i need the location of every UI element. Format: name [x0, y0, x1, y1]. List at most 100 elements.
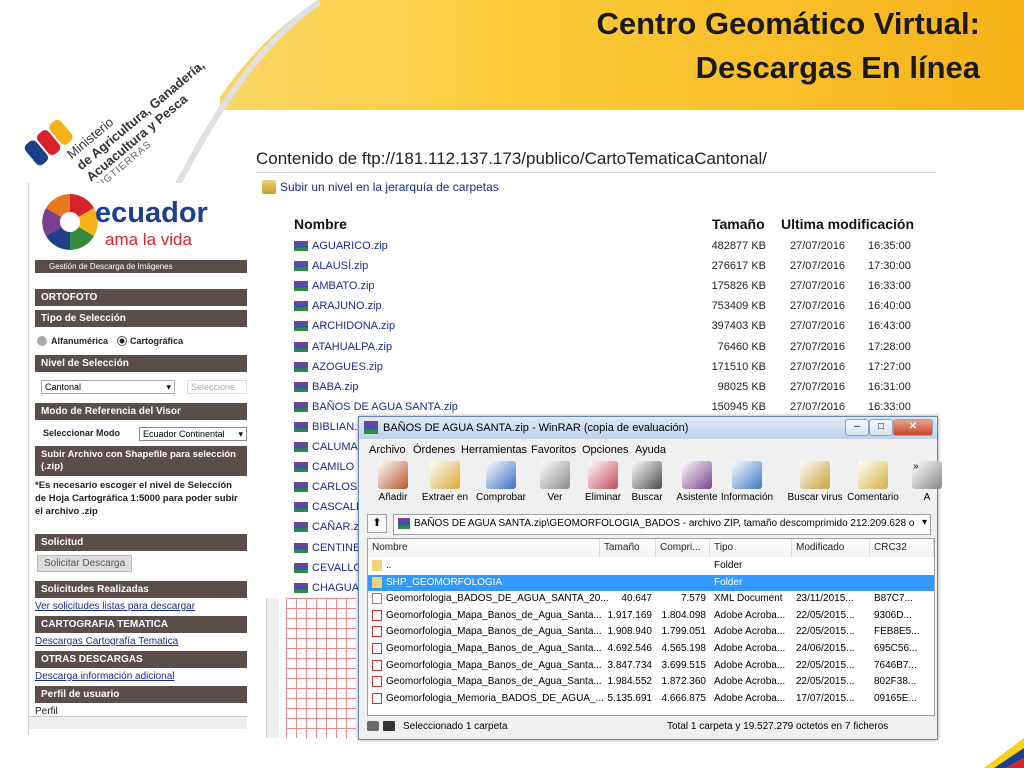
archive-file-type: Adobe Acroba...: [714, 676, 786, 688]
archive-row[interactable]: Geomorfologia_Mapa_Banos_de_Agua_Santa..…: [368, 608, 934, 624]
archive-row[interactable]: SHP_GEOMORFOLOGIA Folder: [368, 574, 934, 591]
toolbar-button[interactable]: Asistente: [669, 459, 725, 511]
archive-file-modified: 17/07/2015...: [796, 692, 855, 704]
ftp-file-link[interactable]: AGUARICO.zip: [312, 240, 388, 252]
ftp-file-size: 482877 KB: [711, 240, 766, 252]
col-header-modified[interactable]: Modificado: [792, 539, 870, 557]
ftp-file-time: 16:40:00: [868, 300, 911, 313]
ftp-file-row: ALAUSÍ.zip 276617 KB 27/07/2016 17:30:00: [294, 256, 914, 276]
menu-item[interactable]: Opciones: [582, 444, 628, 456]
radio-alfanumerica[interactable]: [37, 336, 47, 346]
portal-header-bar: Gestión de Descarga de Imágenes: [35, 260, 247, 273]
wizard-icon: [682, 461, 712, 489]
archive-file-size: 3.847.734: [607, 659, 653, 671]
ftp-file-link[interactable]: AMBATO.zip: [312, 280, 375, 292]
descarga-info-link[interactable]: Descarga información adicional: [35, 671, 175, 682]
up-folder-button[interactable]: ⬆: [367, 514, 387, 533]
section-otras-descargas: OTRAS DESCARGAS: [35, 651, 247, 668]
toolbar-button[interactable]: Información: [719, 459, 775, 511]
col-header-crc[interactable]: CRC32: [870, 539, 934, 557]
zip-icon: [294, 582, 308, 593]
archive-row[interactable]: Geomorfologia_Mapa_Banos_de_Agua_Santa..…: [368, 674, 934, 690]
archive-row[interactable]: .. Folder: [368, 558, 934, 574]
ftp-file-time: 17:30:00: [868, 260, 911, 273]
toolbar-button-label: Asistente: [676, 492, 718, 503]
archive-file-name: Geomorfologia_Memoria_BADOS_DE_AGUA_...: [386, 692, 604, 704]
section-ortofoto[interactable]: ORTOFOTO: [35, 289, 247, 306]
radio-cartografica[interactable]: [117, 336, 127, 346]
archive-file-size: 1.908.940: [607, 626, 653, 638]
xml-file-icon: [372, 593, 382, 605]
toolbar-button-label: Buscar: [631, 492, 663, 503]
ftp-file-link[interactable]: BABA.zip: [312, 381, 358, 393]
ver-solicitudes-link[interactable]: Ver solicitudes listas para descargar: [35, 601, 195, 612]
divider: [256, 172, 936, 173]
archive-row[interactable]: Geomorfologia_Memoria_BADOS_DE_AGUA_... 5…: [368, 691, 934, 707]
archive-row[interactable]: Geomorfologia_Mapa_Banos_de_Agua_Santa..…: [368, 658, 934, 674]
toolbar-button[interactable]: Extraer en: [417, 459, 473, 511]
maximize-button[interactable]: □: [869, 419, 893, 436]
ftp-file-link[interactable]: CAÑAR.zi: [312, 521, 362, 533]
ftp-file-size: 150945 KB: [711, 400, 766, 413]
ftp-file-link[interactable]: ALAUSÍ.zip: [312, 260, 368, 272]
archive-path-combobox[interactable]: BAÑOS DE AGUA SANTA.zip\GEOMORFOLOGIA_BA…: [393, 514, 931, 535]
toolbar-button[interactable]: Buscar: [619, 459, 675, 511]
ftp-file-link[interactable]: BAÑOS DE AGUA SANTA.zip: [312, 401, 458, 413]
ftp-file-link[interactable]: CAMILO P: [312, 461, 365, 473]
toolbar-button[interactable]: Añadir: [365, 459, 421, 511]
ftp-col-modified[interactable]: Ultima modificación: [781, 216, 914, 232]
archive-file-packed: 4.666.875: [661, 692, 707, 704]
pdf-file-icon: [372, 692, 382, 704]
col-header-packed[interactable]: Compri...: [656, 539, 710, 557]
ftp-file-link[interactable]: AZOGUES.zip: [312, 361, 383, 373]
col-header-type[interactable]: Tipo: [710, 539, 792, 557]
menu-item[interactable]: Favoritos: [531, 444, 576, 456]
key-icon: [383, 721, 395, 731]
winrar-titlebar[interactable]: BAÑOS DE AGUA SANTA.zip - WinRAR (copia …: [359, 417, 937, 439]
ftp-file-size: 276617 KB: [711, 260, 766, 273]
close-button[interactable]: ✕: [893, 419, 933, 436]
archive-file-packed: 1.872.360: [661, 676, 707, 688]
nivel-second-select[interactable]: Seleccione: [187, 380, 247, 394]
archive-row[interactable]: Geomorfologia_Mapa_Banos_de_Agua_Santa..…: [368, 624, 934, 640]
menu-item[interactable]: Ayuda: [635, 444, 666, 456]
ftp-col-size[interactable]: Tamaño: [712, 216, 765, 232]
menu-item[interactable]: Herramientas: [461, 444, 527, 456]
archive-file-type: Adobe Acroba...: [714, 659, 786, 671]
nivel-select[interactable]: Cantonal ▾: [41, 380, 175, 394]
toolbar-button[interactable]: Buscar virus: [787, 459, 843, 511]
ftp-file-link[interactable]: ARCHIDONA.zip: [312, 320, 395, 332]
ftp-file-size: 753409 KB: [711, 300, 766, 313]
nivel-select-value: Cantonal: [45, 382, 82, 392]
minimize-button[interactable]: –: [845, 419, 869, 436]
ftp-file-link[interactable]: BIBLIAN.z: [312, 421, 363, 433]
archive-row[interactable]: Geomorfologia_Mapa_Banos_de_Agua_Santa..…: [368, 641, 934, 657]
solicitar-descarga-button[interactable]: Solicitar Descarga: [37, 555, 133, 572]
ftp-file-link[interactable]: ATAHUALPA.zip: [312, 341, 392, 353]
toolbar-overflow-icon[interactable]: »: [913, 461, 919, 472]
modo-select[interactable]: Ecuador Continental ▾: [139, 427, 247, 441]
comment-icon: [858, 461, 888, 489]
toolbar-button-label: Buscar virus: [787, 492, 843, 503]
descargas-cartografia-link[interactable]: Descargas Cartografía Tematica: [35, 636, 178, 647]
zip-icon: [294, 381, 308, 392]
toolbar-button[interactable]: Comentario: [845, 459, 901, 511]
archive-file-packed: 4.565.198: [661, 643, 707, 654]
up-level-link[interactable]: Subir un nivel en la jerarquía de carpet…: [280, 180, 499, 194]
toolbar-button-label: Comentario: [847, 492, 899, 503]
archive-file-crc: FEB8E5...: [874, 626, 920, 638]
ftp-file-link[interactable]: ARAJUNO.zip: [312, 300, 382, 312]
col-header-size[interactable]: Tamaño: [600, 539, 656, 557]
ftp-file-date: 27/07/2016: [790, 300, 846, 313]
archive-file-size: 5.135.691: [607, 692, 653, 704]
horizontal-scrollbar[interactable]: [29, 716, 247, 729]
toolbar-button[interactable]: A: [899, 459, 955, 511]
toolbar-button[interactable]: Comprobar: [473, 459, 529, 511]
menu-item[interactable]: Archivo: [369, 444, 406, 456]
ftp-col-name[interactable]: Nombre: [294, 216, 347, 232]
col-header-name[interactable]: Nombre: [368, 539, 600, 557]
archive-row[interactable]: Geomorfologia_BADOS_DE_AGUA_SANTA_20... 4…: [368, 591, 934, 607]
section-solicitudes-realizadas: Solicitudes Realizadas: [35, 581, 247, 598]
archive-file-crc: B87C7...: [874, 593, 913, 605]
menu-item[interactable]: Órdenes: [413, 444, 455, 456]
